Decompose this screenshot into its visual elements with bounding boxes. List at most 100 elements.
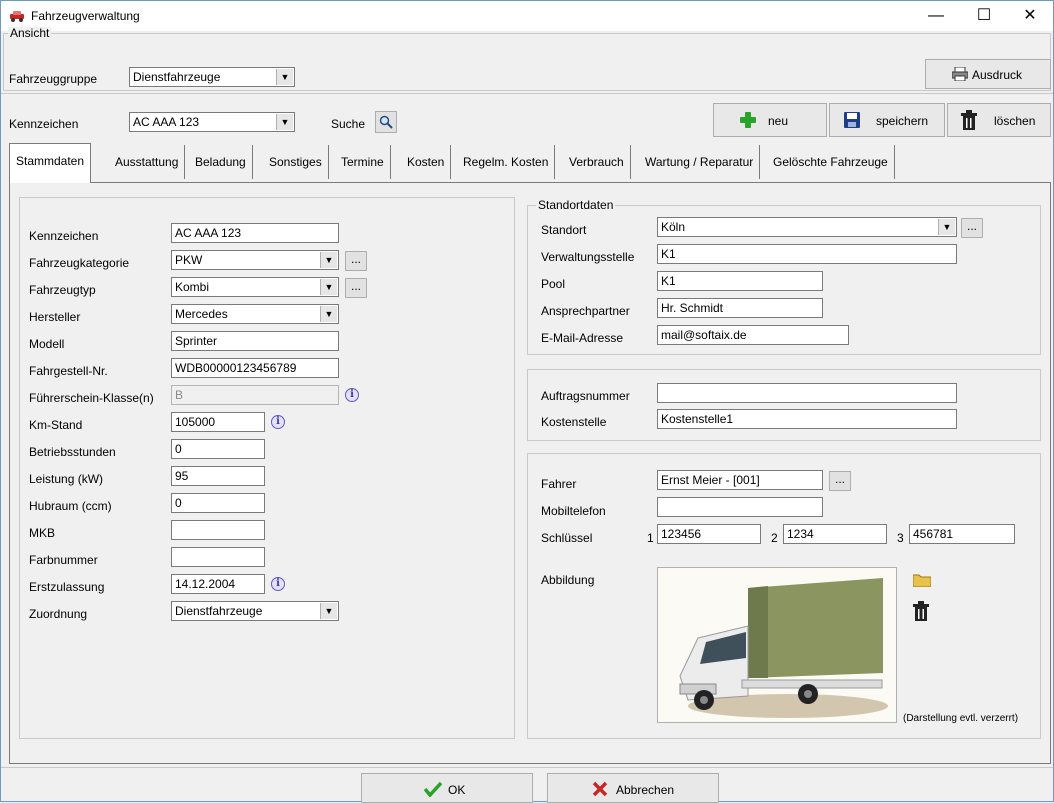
fahrzeugtyp-select[interactable]: Kombi ▼: [171, 277, 339, 297]
hersteller-select[interactable]: Mercedes ▼: [171, 304, 339, 324]
fahrzeuggruppe-select[interactable]: Dienstfahrzeuge ▼: [129, 67, 295, 87]
tab-geloeschte-fahrzeuge[interactable]: Gelöschte Fahrzeuge: [767, 145, 895, 179]
suche-label: Suche: [331, 117, 366, 131]
x-icon: [592, 781, 608, 800]
kennzeichen-select-value: AC AAA 123: [133, 115, 200, 129]
standort-select[interactable]: Köln ▼: [657, 217, 957, 237]
leistung-field[interactable]: 95: [171, 466, 265, 486]
pool-label: Pool: [541, 277, 566, 291]
verwaltungsstelle-field[interactable]: K1: [657, 244, 957, 264]
save-button[interactable]: speichern: [829, 103, 945, 137]
info-icon[interactable]: i: [345, 388, 359, 402]
betriebsstunden-field[interactable]: 0: [171, 439, 265, 459]
chevron-down-icon: ▼: [320, 252, 337, 268]
delete-button[interactable]: löschen: [947, 103, 1051, 137]
trash-icon: [960, 110, 978, 133]
fahrzeugtyp-more-button[interactable]: ...: [345, 278, 367, 298]
ok-button[interactable]: OK: [361, 773, 533, 803]
kennzeichen-field[interactable]: AC AAA 123: [171, 223, 339, 243]
ansprechpartner-label: Ansprechpartner: [541, 304, 630, 318]
search-button[interactable]: [375, 111, 397, 133]
save-label: speichern: [876, 114, 929, 128]
kennzeichen-toolbar-label: Kennzeichen: [9, 117, 79, 131]
fahrzeugkategorie-label: Fahrzeugkategorie: [29, 256, 130, 270]
trash-icon[interactable]: [913, 601, 929, 624]
kostenstelle-field[interactable]: Kostenstelle1: [657, 409, 957, 429]
zuordnung-select[interactable]: Dienstfahrzeuge ▼: [171, 601, 339, 621]
leistung-label: Leistung (kW): [29, 472, 104, 486]
fahrgestell-field[interactable]: WDB00000123456789: [171, 358, 339, 378]
minimize-button[interactable]: —: [913, 1, 959, 31]
fahrzeugkategorie-select[interactable]: PKW ▼: [171, 250, 339, 270]
info-icon[interactable]: i: [271, 415, 285, 429]
fuehrerschein-label: Führerschein-Klasse(n): [29, 391, 154, 405]
new-label: neu: [768, 114, 789, 128]
app-window: Fahrzeugverwaltung — ☐ ✕ Ansicht Fahrzeu…: [0, 0, 1054, 803]
fahrzeugkategorie-more-button[interactable]: ...: [345, 251, 367, 271]
auftragsnummer-label: Auftragsnummer: [541, 389, 630, 403]
mkb-field[interactable]: [171, 520, 265, 540]
fahrzeugtyp-label: Fahrzeugtyp: [29, 283, 96, 297]
chevron-down-icon: ▼: [320, 279, 337, 295]
image-note: (Darstellung evtl. verzerrt): [903, 713, 1019, 724]
new-button[interactable]: neu: [713, 103, 827, 137]
hubraum-field[interactable]: 0: [171, 493, 265, 513]
fahrzeugkategorie-value: PKW: [175, 253, 203, 267]
car-icon: [9, 8, 25, 24]
cancel-button[interactable]: Abbrechen: [547, 773, 719, 803]
betriebsstunden-label: Betriebsstunden: [29, 445, 116, 459]
tab-sonstiges[interactable]: Sonstiges: [263, 145, 329, 179]
modell-field[interactable]: Sprinter: [171, 331, 339, 351]
zuordnung-value: Dienstfahrzeuge: [175, 604, 263, 618]
search-icon: [379, 115, 393, 132]
kostenstelle-label: Kostenstelle: [541, 415, 607, 429]
verwaltungsstelle-label: Verwaltungsstelle: [541, 250, 635, 264]
email-field[interactable]: mail@softaix.de: [657, 325, 849, 345]
ansprechpartner-field[interactable]: Hr. Schmidt: [657, 298, 823, 318]
fahrer-label: Fahrer: [541, 477, 577, 491]
chevron-down-icon: ▼: [276, 114, 293, 130]
mobiltelefon-label: Mobiltelefon: [541, 504, 606, 518]
tab-kosten[interactable]: Kosten: [401, 145, 452, 179]
divider: [1, 93, 1053, 94]
standortdaten-legend: Standortdaten: [536, 198, 616, 212]
schluessel-label: Schlüssel: [541, 531, 593, 545]
farbnummer-field[interactable]: [171, 547, 265, 567]
tab-beladung[interactable]: Beladung: [189, 145, 253, 179]
tab-termine[interactable]: Termine: [335, 145, 391, 179]
tab-verbrauch[interactable]: Verbrauch: [563, 145, 631, 179]
kennzeichen-select[interactable]: AC AAA 123 ▼: [129, 112, 295, 132]
folder-icon[interactable]: [912, 573, 932, 590]
ansicht-legend: Ansicht: [8, 26, 52, 40]
kmstand-field[interactable]: 105000: [171, 412, 265, 432]
schluessel-1-number: 1: [647, 531, 654, 545]
tab-regelm-kosten[interactable]: Regelm. Kosten: [457, 145, 556, 179]
hersteller-value: Mercedes: [175, 307, 228, 321]
chevron-down-icon: ▼: [938, 219, 955, 235]
floppy-disk-icon: [844, 112, 860, 131]
close-button[interactable]: ✕: [1007, 1, 1053, 31]
erstzulassung-field[interactable]: 14.12.2004: [171, 574, 265, 594]
chevron-down-icon: ▼: [320, 603, 337, 619]
info-icon[interactable]: i: [271, 577, 285, 591]
print-button[interactable]: Ausdruck: [925, 59, 1051, 89]
schluessel-2-number: 2: [771, 531, 778, 545]
pool-field[interactable]: K1: [657, 271, 823, 291]
tab-ausstattung[interactable]: Ausstattung: [109, 145, 186, 179]
schluessel-2-field[interactable]: 1234: [783, 524, 887, 544]
maximize-button[interactable]: ☐: [961, 1, 1007, 31]
check-icon: [423, 781, 443, 800]
auftragsnummer-field[interactable]: [657, 383, 957, 403]
tab-wartung-reparatur[interactable]: Wartung / Reparatur: [639, 145, 761, 179]
standort-more-button[interactable]: ...: [961, 218, 983, 238]
kennzeichen-label: Kennzeichen: [29, 229, 99, 243]
schluessel-1-field[interactable]: 123456: [657, 524, 761, 544]
email-label: E-Mail-Adresse: [541, 331, 624, 345]
tab-stammdaten[interactable]: Stammdaten: [9, 143, 92, 183]
ok-label: OK: [448, 783, 466, 797]
hersteller-label: Hersteller: [29, 310, 81, 324]
mobiltelefon-field[interactable]: [657, 497, 823, 517]
schluessel-3-field[interactable]: 456781: [909, 524, 1015, 544]
fahrer-field[interactable]: Ernst Meier - [001]: [657, 470, 823, 490]
fahrer-more-button[interactable]: ...: [829, 471, 851, 491]
